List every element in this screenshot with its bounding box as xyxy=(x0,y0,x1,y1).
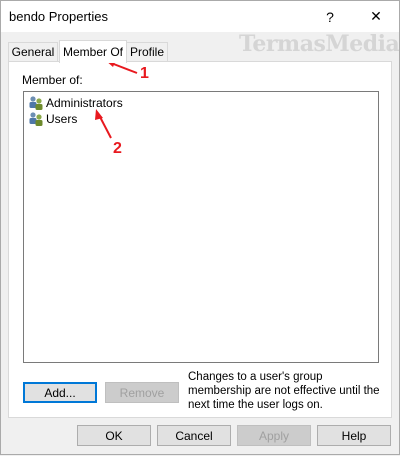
annotation-1: 1 xyxy=(140,65,149,82)
annotation-arrows xyxy=(95,60,138,139)
tab-member-of[interactable]: Member Of xyxy=(59,40,127,63)
properties-dialog: bendo Properties ? ✕ TermasMedia General… xyxy=(0,0,400,455)
annotation-2: 2 xyxy=(113,140,122,157)
arrow-2 xyxy=(95,109,112,139)
